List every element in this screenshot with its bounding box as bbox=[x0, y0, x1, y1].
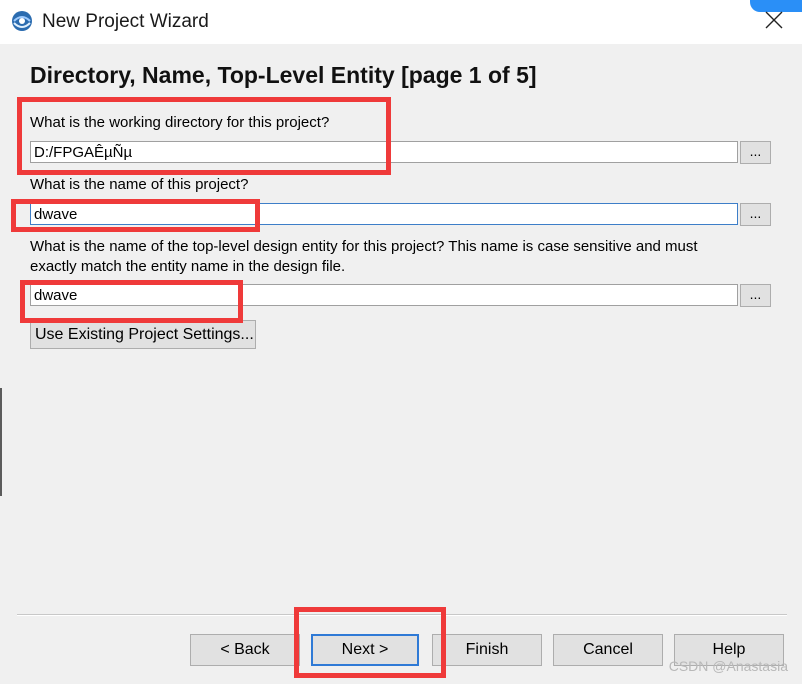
close-button[interactable] bbox=[746, 0, 802, 44]
top-entity-label-line1: What is the name of the top-level design… bbox=[30, 238, 698, 255]
annotation-box-directory bbox=[17, 97, 391, 175]
project-name-browse-button[interactable]: ... bbox=[740, 203, 771, 226]
directory-label: What is the working directory for this p… bbox=[30, 114, 330, 131]
title-bar: New Project Wizard bbox=[0, 0, 802, 44]
back-button[interactable]: < Back bbox=[190, 634, 300, 666]
page-heading: Directory, Name, Top-Level Entity [page … bbox=[30, 62, 537, 88]
directory-field[interactable]: D:/FPGAÊµÑµ bbox=[30, 141, 738, 163]
watermark: CSDN @Anastasia bbox=[668, 658, 788, 674]
use-existing-settings-button[interactable]: Use Existing Project Settings... bbox=[30, 320, 256, 349]
quartus-app-icon bbox=[10, 9, 34, 33]
next-button[interactable]: Next > bbox=[311, 634, 419, 666]
finish-button[interactable]: Finish bbox=[432, 634, 542, 666]
window-edge bbox=[0, 388, 2, 496]
window-title: New Project Wizard bbox=[42, 11, 209, 32]
directory-browse-button[interactable]: ... bbox=[740, 141, 771, 164]
footer-separator bbox=[17, 614, 787, 616]
cancel-button[interactable]: Cancel bbox=[553, 634, 663, 666]
top-entity-label-line2: exactly match the entity name in the des… bbox=[30, 258, 346, 275]
project-name-field[interactable]: dwave bbox=[30, 203, 738, 225]
close-icon bbox=[765, 11, 783, 34]
project-name-label: What is the name of this project? bbox=[30, 176, 249, 193]
top-entity-browse-button[interactable]: ... bbox=[740, 284, 771, 307]
top-entity-field[interactable]: dwave bbox=[30, 284, 738, 306]
